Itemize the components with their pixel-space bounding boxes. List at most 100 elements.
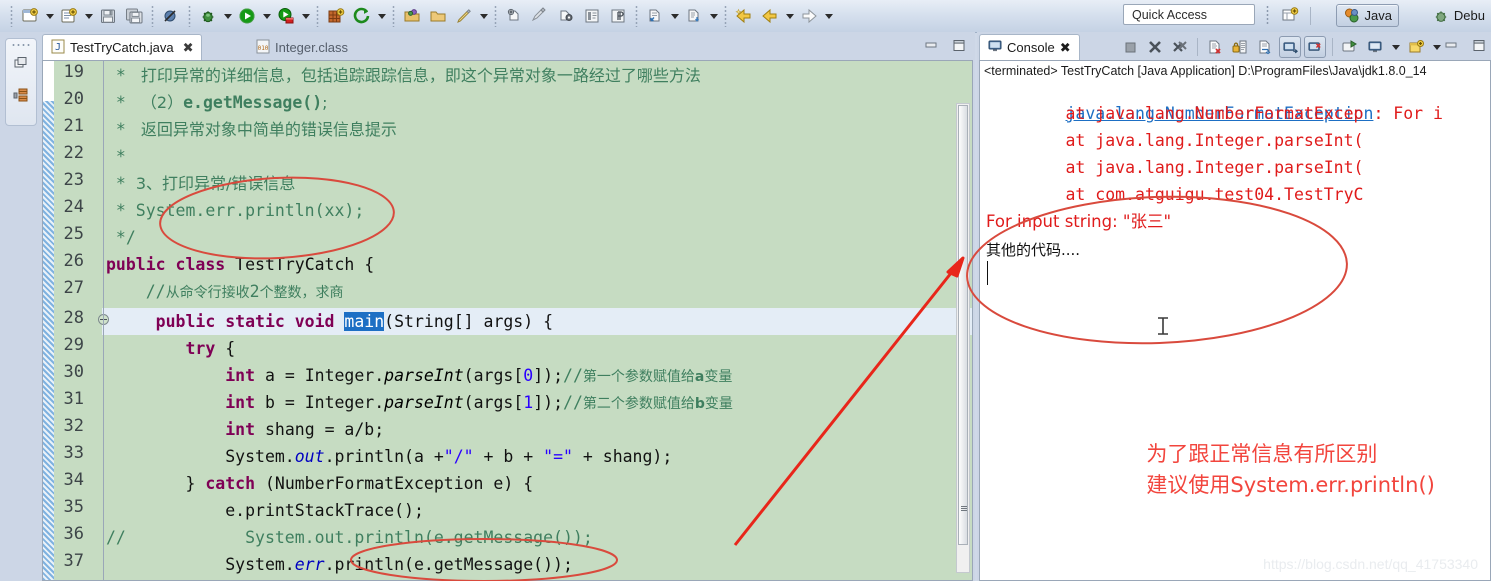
search-dropdown[interactable] — [477, 3, 490, 29]
stack-trace-line: at java.lang.Integer.parseInt( — [986, 158, 1364, 177]
restore-icon[interactable] — [13, 55, 29, 71]
display-selected-console-button[interactable] — [1364, 36, 1386, 58]
terminate-button[interactable] — [1119, 36, 1141, 58]
search-button[interactable] — [451, 3, 477, 29]
next-edit-button[interactable] — [642, 3, 668, 29]
debug-button[interactable] — [195, 3, 221, 29]
coverage-dropdown[interactable] — [299, 3, 312, 29]
open-console-button[interactable] — [1405, 36, 1427, 58]
line-number: 36 — [63, 524, 84, 544]
remove-all-terminated-button[interactable] — [1169, 36, 1191, 58]
console-view: Console ✖ <terminated> TestTryCatch [Jav… — [977, 32, 1491, 581]
editor-tab-integer-class[interactable]: 010 Integer.class — [248, 35, 356, 60]
whitespace-button[interactable] — [527, 3, 553, 29]
skip-breakpoints-button[interactable] — [158, 3, 184, 29]
java-perspective-icon — [1343, 7, 1361, 25]
perspective-label: Debu — [1453, 8, 1485, 23]
open-perspective-button[interactable] — [1281, 6, 1303, 26]
pilcrow-button[interactable] — [605, 3, 631, 29]
save-all-button[interactable] — [121, 3, 147, 29]
toolbar-separator — [392, 5, 395, 27]
console-panel-buttons — [1443, 38, 1487, 52]
open-task-button[interactable] — [425, 3, 451, 29]
perspective-debug[interactable]: Debu — [1426, 4, 1491, 27]
maximize-icon[interactable] — [1471, 38, 1487, 52]
back-dropdown[interactable] — [783, 3, 796, 29]
display-console-dropdown[interactable] — [1389, 34, 1402, 60]
external-tools-dropdown[interactable] — [375, 3, 388, 29]
debug-perspective-icon — [1432, 7, 1450, 25]
external-tools-button[interactable] — [349, 3, 375, 29]
console-output[interactable]: <terminated> TestTryCatch [Java Applicat… — [979, 60, 1491, 581]
new-wizard-dropdown[interactable] — [43, 3, 56, 29]
remove-launch-button[interactable] — [1144, 36, 1166, 58]
scrollbar-thumb[interactable] — [958, 105, 968, 545]
annotation-note-2: 建议使用System.err.println() — [1093, 440, 1434, 530]
java-file-icon: J — [51, 39, 65, 57]
minimize-icon[interactable] — [1443, 38, 1459, 52]
next-member-dropdown[interactable] — [707, 3, 720, 29]
stdout-line: 其他的代码.... — [986, 241, 1081, 259]
line-number: 35 — [63, 497, 84, 517]
run-button[interactable] — [234, 3, 260, 29]
drag-handle-dots — [11, 43, 31, 47]
new-wizard-button[interactable] — [17, 3, 43, 29]
toolbar-separator — [188, 5, 191, 27]
toolbar-separator — [724, 5, 727, 27]
toolbar-divider — [1197, 38, 1198, 56]
forward-dropdown[interactable] — [822, 3, 835, 29]
perspective-java[interactable]: Java — [1335, 4, 1399, 27]
save-button[interactable] — [95, 3, 121, 29]
clear-console-button[interactable] — [1204, 36, 1226, 58]
toolbar-divider — [1332, 38, 1333, 56]
next-annotation-button[interactable] — [553, 3, 579, 29]
prev-annotation-button[interactable] — [501, 3, 527, 29]
open-type-button[interactable] — [399, 3, 425, 29]
eclipse-window: Quick Access Java Debu J TestTryCatch.ja… — [0, 0, 1491, 581]
pin-console-button[interactable] — [1339, 36, 1361, 58]
package-explorer-icon[interactable] — [13, 87, 29, 103]
new-project-button[interactable] — [323, 3, 349, 29]
line-number: 23 — [63, 170, 84, 190]
editor-tab-testtrycatch[interactable]: J TestTryCatch.java ✖ — [42, 34, 203, 60]
coverage-button[interactable] — [273, 3, 299, 29]
line-number: 29 — [63, 335, 84, 355]
new-class-button[interactable] — [56, 3, 82, 29]
run-dropdown[interactable] — [260, 3, 273, 29]
line-number: 25 — [63, 224, 84, 244]
stack-trace-line: at com.atguigu.test04.TestTryC — [986, 185, 1364, 204]
line-number: 24 — [63, 197, 84, 217]
show-source-button[interactable] — [579, 3, 605, 29]
console-toolbar — [1119, 35, 1443, 59]
next-member-button[interactable] — [681, 3, 707, 29]
console-icon — [988, 39, 1002, 56]
close-icon[interactable]: ✖ — [183, 40, 194, 56]
open-console-dropdown[interactable] — [1430, 34, 1443, 60]
show-console-on-stdout-button[interactable] — [1279, 36, 1301, 58]
line-number: 26 — [63, 251, 84, 271]
toolbar-divider — [1310, 7, 1311, 25]
gutter-divider — [103, 61, 104, 580]
show-console-on-stderr-button[interactable] — [1304, 36, 1326, 58]
scroll-lock-button[interactable] — [1229, 36, 1251, 58]
minimize-icon[interactable] — [923, 38, 939, 52]
stack-trace-line: at java.lang.Integer.parseInt( — [986, 131, 1364, 150]
forward-button[interactable] — [796, 3, 822, 29]
line-number: 21 — [63, 116, 84, 136]
close-icon[interactable]: ✖ — [1060, 40, 1071, 56]
new-class-dropdown[interactable] — [82, 3, 95, 29]
back-button[interactable] — [757, 3, 783, 29]
toolbar-separator — [316, 5, 319, 27]
minimized-view-stack[interactable] — [5, 38, 37, 126]
console-tab[interactable]: Console ✖ — [979, 34, 1080, 60]
debug-dropdown[interactable] — [221, 3, 234, 29]
code-editor[interactable]: 19 20 21 22 23 24 25 26 27 28 29 30 31 3… — [42, 60, 973, 581]
word-wrap-button[interactable] — [1254, 36, 1276, 58]
maximize-icon[interactable] — [951, 38, 967, 52]
code-text[interactable]: * 打印异常的详细信息，包括追踪跟踪信息，即这个异常对象一路经过了哪些方法 * … — [106, 61, 966, 580]
next-edit-dropdown[interactable] — [668, 3, 681, 29]
editor-vertical-scrollbar[interactable] — [956, 103, 970, 573]
svg-text:J: J — [55, 42, 61, 53]
back-star-button[interactable] — [731, 3, 757, 29]
quick-access-input[interactable]: Quick Access — [1123, 4, 1255, 25]
